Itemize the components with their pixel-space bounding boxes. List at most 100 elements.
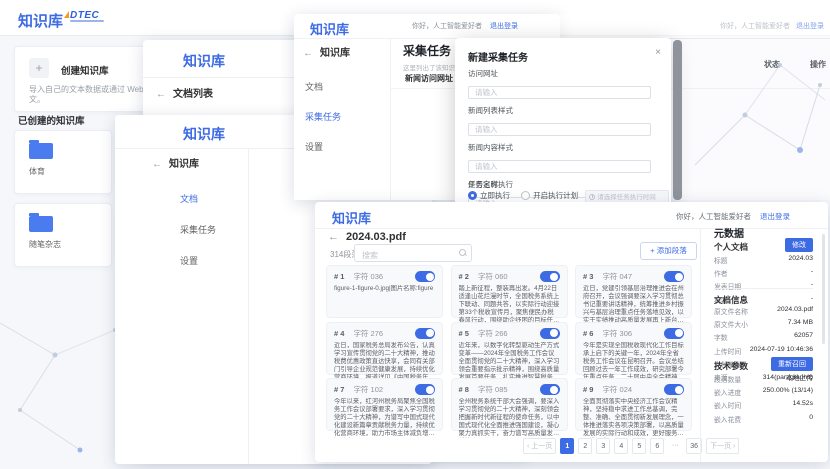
metadata-row: 嵌入进度250.00% (13/14) (714, 387, 813, 397)
back-arrow-icon[interactable]: ← (328, 231, 339, 243)
kb-card[interactable]: 随笔杂志 (14, 203, 112, 267)
segment-toggle[interactable] (664, 271, 684, 282)
toggle-knob (550, 329, 558, 337)
segment-char-count: 字符 266 (478, 328, 508, 339)
segment-char-count: 字符 306 (602, 328, 632, 339)
sidebar-item-文档[interactable]: 文档 (180, 192, 216, 205)
toggle-knob (550, 273, 558, 281)
segment-toggle[interactable] (664, 328, 684, 339)
doc-info-title: 文档信息 (714, 294, 748, 306)
segment-card[interactable]: # 9字符 024全面贯彻落实中央经济工作会议精神，坚持稳中求进工作总基调，完整… (575, 378, 692, 431)
segment-toggle[interactable] (540, 271, 560, 282)
segment-number: # 9 (583, 385, 593, 394)
segment-card[interactable]: # 1字符 036figure-1-figure-0.jpg|图片名称:figu… (326, 265, 443, 318)
logout-link[interactable]: 退出登录 (796, 23, 824, 30)
segment-toggle[interactable] (664, 384, 684, 395)
search-input[interactable] (355, 248, 471, 264)
logout-link[interactable]: 退出登录 (490, 23, 518, 30)
segment-card[interactable]: # 3字符 047近日，党建引领基层治理推进会在州府召开，会议强调要深入学习贯彻… (575, 265, 692, 318)
metadata-label: 标题 (714, 255, 728, 265)
segment-card[interactable]: # 5字符 266近年来，以数字化转型驱动生产方式变革——2024年全国税务工作… (451, 322, 568, 375)
toggle-knob (426, 386, 434, 394)
segment-toggle[interactable] (415, 328, 435, 339)
radio-run-plan-label[interactable]: 开启执行计划 (533, 191, 578, 200)
kb-card[interactable]: 体育 (14, 130, 112, 194)
radio-run-now-icon[interactable] (468, 191, 477, 200)
metadata-row: 标题2024.03 (714, 255, 813, 265)
edit-metadata-button[interactable]: 修改 (785, 238, 813, 252)
metadata-row: 发表日期- (714, 281, 813, 291)
panel-scrollbar[interactable] (822, 234, 825, 344)
metadata-value: 2024.03.pdf (777, 306, 813, 316)
metadata-label: 嵌入花费 (714, 414, 741, 424)
pagination-next[interactable]: 下一页 › (706, 438, 739, 454)
recall-button[interactable]: 重新召回 (771, 357, 813, 371)
modal-field-input[interactable] (468, 160, 651, 173)
toggle-knob (426, 329, 434, 337)
pagination-page-5[interactable]: 5 (632, 438, 646, 454)
metadata-label: 作者 (714, 268, 728, 278)
sidebar-item-采集任务[interactable]: 采集任务 (305, 110, 341, 123)
pagination-page-1[interactable]: 1 (560, 438, 574, 454)
segment-toggle[interactable] (540, 328, 560, 339)
window-document-detail: 知识库 你好，人工智能爱好者退出登录 ←2024.03.pdf 314段落 + … (315, 202, 828, 462)
segment-char-count: 字符 060 (478, 271, 508, 282)
segment-card[interactable]: # 4字符 276近日，国家税务总局发布公告，认真学习宣传贯彻党的二十大精神，推… (326, 322, 443, 375)
back-row[interactable]: ←知识库 (152, 155, 199, 170)
back-arrow-icon[interactable]: ← (152, 159, 162, 170)
divider (315, 228, 828, 229)
modal-field-input[interactable] (468, 86, 651, 99)
radio-run-now-label[interactable]: 立即执行 (480, 191, 510, 200)
sidebar-item-采集任务[interactable]: 采集任务 (180, 223, 216, 236)
radio-run-plan-icon[interactable] (521, 191, 530, 200)
segment-toggle[interactable] (415, 271, 435, 282)
clock-icon (589, 194, 595, 200)
modal-scrollbar[interactable] (673, 40, 682, 200)
segment-card[interactable]: # 2字符 060踏上新征程，整装再出发。4月22日适逢山花烂漫时节，全国税务系… (451, 265, 568, 318)
toggle-knob (675, 329, 683, 337)
schedule-label: 是否定时执行 (468, 179, 513, 190)
metadata-row: 上传时间2024-07-19 10:46:36 (714, 346, 813, 356)
back-arrow-icon[interactable]: ← (303, 48, 313, 59)
segment-card-header: # 2字符 060 (459, 271, 560, 282)
tech-fields: 段落数量314(paragraphs) 嵌入进度250.00% (13/14) 嵌入… (714, 374, 813, 427)
pagination-prev[interactable]: ‹ 上一页 (523, 438, 556, 454)
add-segment-button[interactable]: + 添加段落 (640, 242, 697, 260)
segment-number: # 7 (334, 385, 344, 394)
back-row[interactable]: ←知识库 (303, 44, 350, 59)
sidebar-item-设置[interactable]: 设置 (305, 140, 341, 153)
pagination-page-3[interactable]: 3 (596, 438, 610, 454)
brand-subline (70, 20, 104, 22)
pagination-page-4[interactable]: 4 (614, 438, 628, 454)
pagination-page-6[interactable]: 6 (650, 438, 664, 454)
segment-card[interactable]: # 6字符 306今年是实现全国税收现代化工作目标承上启下的关键一年，2024年… (575, 322, 692, 375)
segment-card[interactable]: # 7字符 102今年以来，红河州税务局聚焦全国税务工作会议部署要求，深入学习贯… (326, 378, 443, 431)
close-icon[interactable]: × (655, 47, 661, 58)
segment-card[interactable]: # 8字符 085全州税务系统干部大会强调，要深入学习贯彻党的二十大精神，深刻领… (451, 378, 568, 431)
modal-field-label: 新闻列表样式 (468, 105, 651, 116)
back-row[interactable]: ←文档列表 (156, 85, 213, 100)
segment-text: 全州税务系统干部大会强调，要深入学习贯彻党的二十大精神，深刻领会把握新时代新征程… (459, 398, 560, 438)
sidebar-item-文档[interactable]: 文档 (305, 80, 341, 93)
segment-toggle[interactable] (540, 384, 560, 395)
metadata-row: 段落数量314(paragraphs) (714, 374, 813, 384)
segment-text: figure-1-figure-0.jpg|图片名称:figure (334, 285, 435, 293)
segment-number: # 1 (334, 272, 344, 281)
segment-card-header: # 5字符 266 (459, 328, 560, 339)
kb-card-list: 体育随笔杂志 (14, 130, 114, 276)
segment-card-header: # 9 字符 024 (583, 384, 684, 395)
metadata-row: 嵌入时间14.52s (714, 400, 813, 410)
metadata-label: 上传时间 (714, 346, 741, 356)
toggle-knob (426, 273, 434, 281)
back-arrow-icon[interactable]: ← (156, 89, 166, 100)
segment-char-count: 字符 024 (602, 384, 632, 395)
segment-toggle[interactable] (415, 384, 435, 395)
back-row[interactable]: ←2024.03.pdf (328, 231, 406, 243)
modal-field-input[interactable] (468, 123, 651, 136)
metadata-value: 0 (809, 414, 813, 424)
sidebar-item-设置[interactable]: 设置 (180, 254, 216, 267)
pagination-page-2[interactable]: 2 (578, 438, 592, 454)
segment-card-header: # 3字符 047 (583, 271, 684, 282)
logout-link[interactable]: 退出登录 (760, 212, 790, 221)
column-header-status: 状态 (764, 59, 780, 70)
